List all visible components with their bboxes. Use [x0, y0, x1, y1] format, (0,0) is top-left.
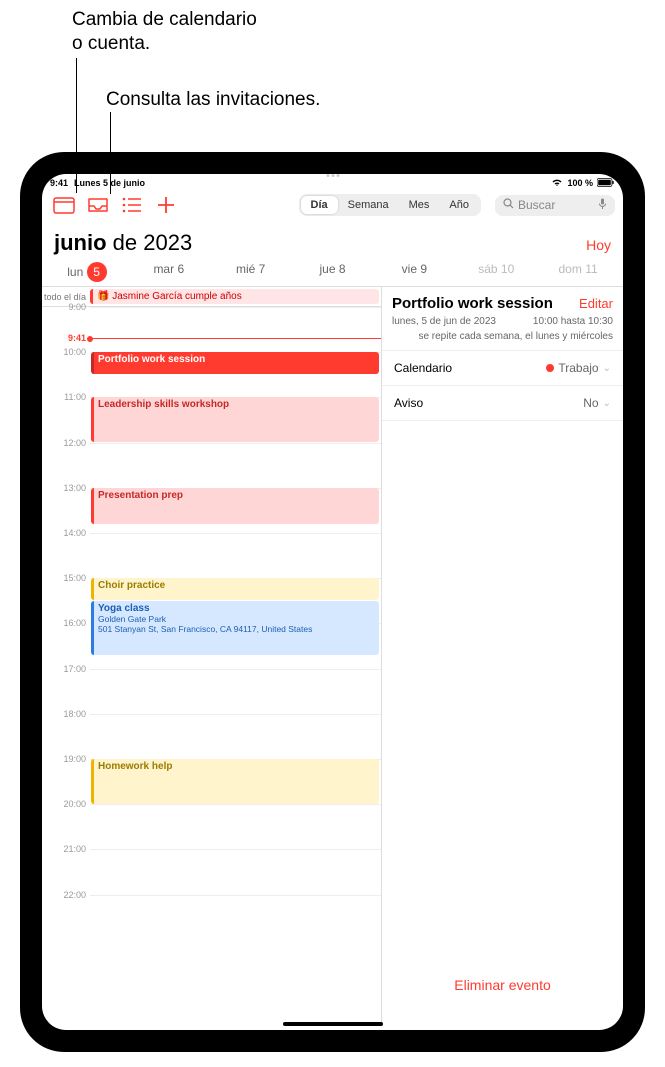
seg-month[interactable]: Mes	[399, 196, 440, 214]
event-block[interactable]: Leadership skills workshop	[91, 397, 379, 442]
callout-line-inbox	[110, 112, 111, 194]
home-indicator[interactable]	[283, 1022, 383, 1026]
wifi-icon	[551, 178, 563, 189]
toolbar: Día Semana Mes Año Buscar	[42, 190, 623, 220]
search-field[interactable]: Buscar	[495, 195, 615, 216]
seg-year[interactable]: Año	[439, 196, 479, 214]
hour-label: 16:00	[46, 618, 86, 628]
now-label: 9:41	[46, 333, 86, 343]
list-icon[interactable]	[118, 194, 146, 216]
chevron-icon: ⌄	[603, 363, 611, 374]
detail-cal-label: Calendario	[394, 361, 452, 375]
add-icon[interactable]	[152, 194, 180, 216]
detail-alert-row[interactable]: Aviso No ⌄	[382, 386, 623, 421]
month-name: junio	[54, 230, 107, 255]
event-block[interactable]: Presentation prep	[91, 488, 379, 524]
detail-repeat: se repite cada semana, el lunes y miérco…	[418, 331, 613, 342]
day-dom[interactable]: dom 11	[537, 262, 619, 282]
detail-alert-value: No	[583, 396, 598, 410]
hour-label: 14:00	[46, 528, 86, 538]
event-block[interactable]: Portfolio work session	[91, 352, 379, 374]
allday-event[interactable]: 🎁 Jasmine García cumple años	[90, 289, 379, 304]
detail-title: Portfolio work session	[392, 295, 553, 312]
ipad-frame: 9:41 Lunes 5 de junio 100 % Día Semana M…	[20, 152, 645, 1052]
chevron-icon: ⌄	[603, 398, 611, 409]
event-block[interactable]: Yoga classGolden Gate Park501 Stanyan St…	[91, 601, 379, 655]
callout-line-calendar	[76, 58, 77, 193]
hour-label: 19:00	[46, 754, 86, 764]
hour-label: 21:00	[46, 844, 86, 854]
now-indicator	[90, 338, 381, 339]
month-year: de 2023	[113, 230, 193, 255]
hour-label: 17:00	[46, 664, 86, 674]
detail-alert-label: Aviso	[394, 396, 423, 410]
detail-calendar-row[interactable]: Calendario Trabajo ⌄	[382, 351, 623, 386]
allday-row: todo el día 🎁 Jasmine García cumple años	[42, 287, 381, 307]
timeline-pane[interactable]: todo el día 🎁 Jasmine García cumple años…	[42, 287, 382, 1023]
detail-time: 10:00 hasta 10:30	[533, 316, 613, 327]
day-sáb[interactable]: sáb 10	[455, 262, 537, 282]
detail-cal-value: Trabajo	[558, 361, 598, 375]
battery-icon	[597, 178, 615, 189]
view-segmented[interactable]: Día Semana Mes Año	[299, 194, 481, 216]
search-placeholder: Buscar	[518, 198, 555, 212]
callout-inbox: Consulta las invitaciones.	[106, 88, 320, 112]
edit-button[interactable]: Editar	[579, 296, 613, 311]
calendars-icon[interactable]	[50, 194, 78, 216]
hour-label: 11:00	[46, 392, 86, 402]
week-day-strip[interactable]: lun 5mar 6mié 7jue 8vie 9sáb 10dom 11	[42, 262, 623, 287]
hour-label: 10:00	[46, 347, 86, 357]
battery-pct: 100 %	[567, 178, 593, 188]
day-jue[interactable]: jue 8	[292, 262, 374, 282]
day-mar[interactable]: mar 6	[128, 262, 210, 282]
hour-label: 22:00	[46, 890, 86, 900]
seg-day[interactable]: Día	[301, 196, 338, 214]
status-time: 9:41	[50, 178, 68, 188]
delete-event-button[interactable]: Eliminar evento	[382, 961, 623, 1023]
day-mié[interactable]: mié 7	[210, 262, 292, 282]
day-lun[interactable]: lun 5	[46, 262, 128, 282]
detail-date: lunes, 5 de jun de 2023	[392, 316, 496, 327]
mic-icon[interactable]	[598, 198, 607, 213]
event-detail-pane: Portfolio work session Editar lunes, 5 d…	[382, 287, 623, 1023]
event-block[interactable]: Homework help	[91, 759, 379, 804]
search-icon	[503, 198, 514, 212]
today-button[interactable]: Hoy	[586, 237, 611, 253]
hour-label: 20:00	[46, 799, 86, 809]
cal-color-dot	[546, 364, 554, 372]
allday-label: todo el día	[42, 292, 90, 302]
inbox-icon[interactable]	[84, 194, 112, 216]
seg-week[interactable]: Semana	[338, 196, 399, 214]
hour-label: 13:00	[46, 483, 86, 493]
callout-calendar: Cambia de calendarioo cuenta.	[72, 8, 257, 56]
screen: 9:41 Lunes 5 de junio 100 % Día Semana M…	[42, 174, 623, 1030]
multitask-dots[interactable]	[326, 174, 339, 177]
hour-label: 18:00	[46, 709, 86, 719]
hour-label: 9:00	[46, 302, 86, 312]
hour-label: 15:00	[46, 573, 86, 583]
event-block[interactable]: Choir practice	[91, 578, 379, 600]
day-vie[interactable]: vie 9	[373, 262, 455, 282]
month-header: junio de 2023 Hoy	[42, 220, 623, 262]
hour-label: 12:00	[46, 438, 86, 448]
